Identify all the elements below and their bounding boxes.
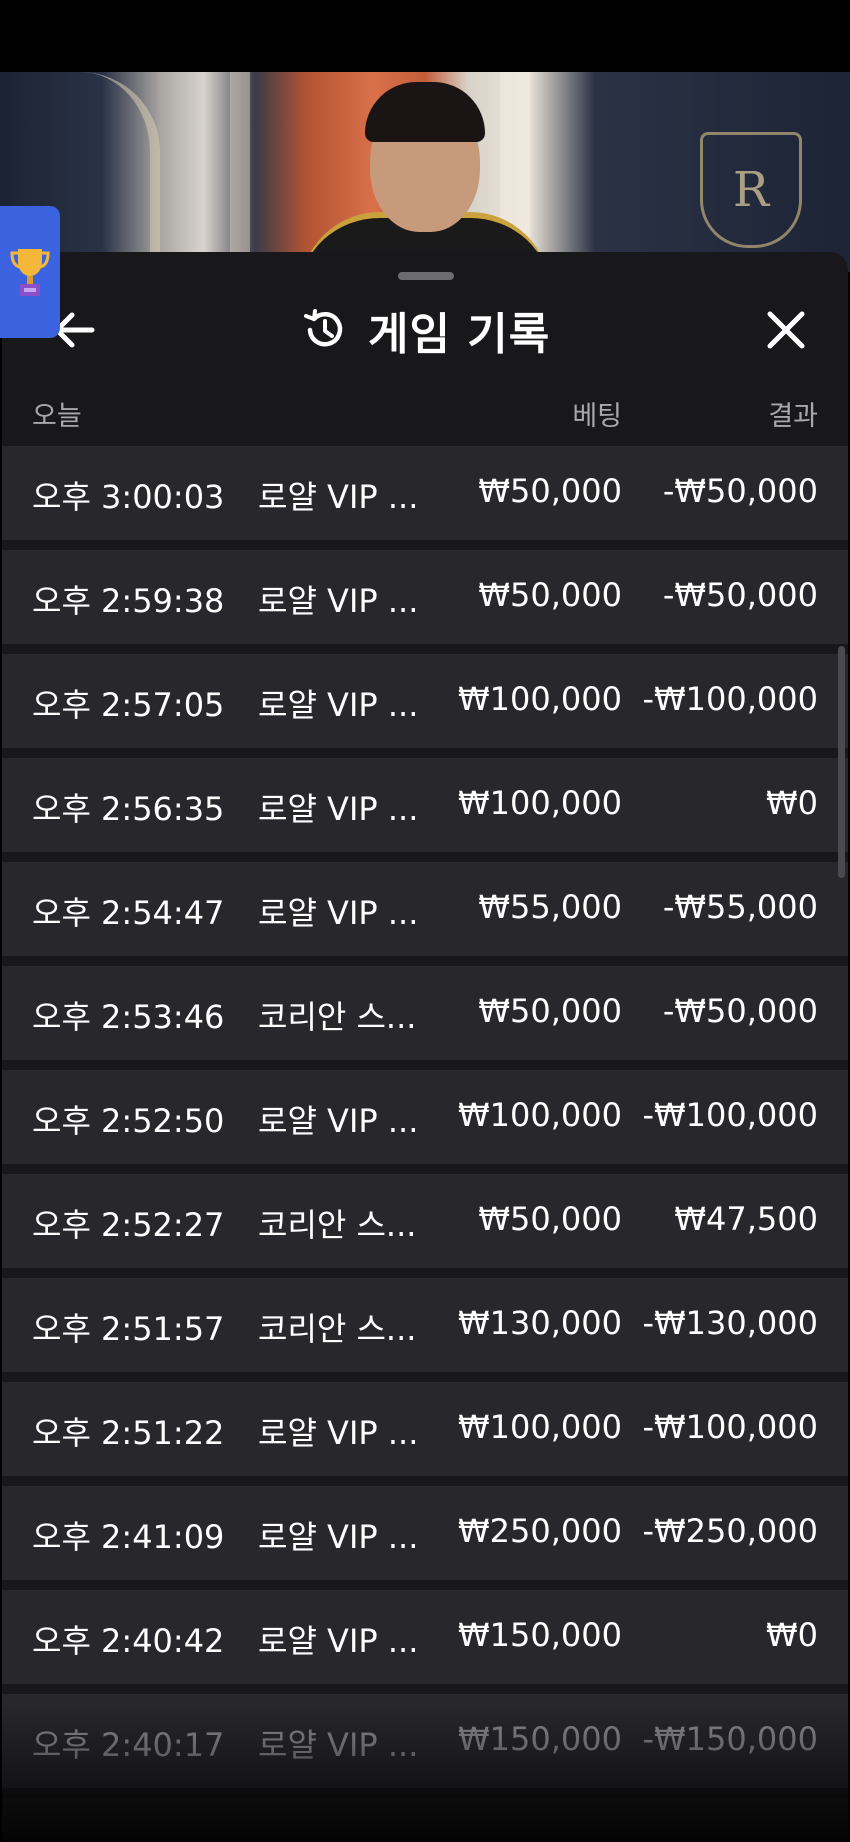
row-bet: ₩150,000 — [458, 1720, 622, 1758]
row-result: -₩150,000 — [642, 1720, 818, 1758]
row-time: 오후 2:40:42 — [32, 1622, 225, 1660]
history-list: 오후 3:00:03 로얄 VIP ... ₩50,000 -₩50,000 오… — [2, 446, 848, 1842]
row-game: 코리안 스... — [258, 1206, 417, 1244]
row-time: 오후 2:51:22 — [32, 1414, 225, 1452]
row-bet: ₩150,000 — [458, 1616, 622, 1654]
row-game: 로얄 VIP ... — [258, 894, 419, 932]
row-game: 로얄 VIP ... — [258, 1414, 419, 1452]
history-row[interactable]: 오후 2:51:22 로얄 VIP ... ₩100,000 -₩100,000 — [2, 1382, 848, 1476]
history-row[interactable]: 오후 2:56:35 로얄 VIP ... ₩100,000 ₩0 — [2, 758, 848, 852]
row-result: -₩130,000 — [642, 1304, 818, 1342]
history-row[interactable]: 오후 2:40:42 로얄 VIP ... ₩150,000 ₩0 — [2, 1590, 848, 1684]
history-row[interactable]: 오후 2:51:57 코리안 스... ₩130,000 -₩130,000 — [2, 1278, 848, 1372]
row-game: 로얄 VIP ... — [258, 790, 419, 828]
close-button[interactable] — [758, 302, 814, 358]
scrollbar[interactable] — [838, 646, 845, 878]
title-group: 게임 기록 — [302, 298, 550, 362]
row-game: 코리안 스... — [258, 998, 417, 1036]
row-bet: ₩100,000 — [458, 1096, 622, 1134]
row-game: 로얄 VIP ... — [258, 686, 419, 724]
row-result: -₩55,000 — [662, 888, 818, 926]
row-game: 로얄 VIP ... — [258, 478, 419, 516]
date-group-label: 오늘 — [32, 401, 82, 432]
row-time: 오후 2:57:05 — [32, 686, 225, 724]
history-row[interactable]: 오후 2:52:50 로얄 VIP ... ₩100,000 -₩100,000 — [2, 1070, 848, 1164]
row-bet: ₩50,000 — [478, 1200, 622, 1238]
row-result: -₩50,000 — [662, 576, 818, 614]
row-bet: ₩50,000 — [478, 992, 622, 1030]
bet-column-header: 베팅 — [572, 401, 622, 432]
row-time: 오후 2:53:46 — [32, 998, 225, 1036]
row-bet: ₩100,000 — [458, 784, 622, 822]
game-history-panel: 게임 기록 오늘 베팅 결과 오후 3:00:03 로얄 VIP ... ₩50… — [2, 252, 848, 1842]
row-game: 코리안 스... — [258, 1310, 417, 1348]
trophy-tab-button[interactable] — [0, 206, 60, 338]
row-result: -₩250,000 — [642, 1512, 818, 1550]
row-time: 오후 2:52:50 — [32, 1102, 225, 1140]
row-game: 로얄 VIP ... — [258, 1622, 419, 1660]
row-result: -₩100,000 — [642, 680, 818, 718]
royal-crest-logo: R — [700, 132, 802, 248]
history-row-partial[interactable] — [2, 1798, 848, 1842]
close-icon — [767, 311, 805, 349]
history-row[interactable]: 오후 2:57:05 로얄 VIP ... ₩100,000 -₩100,000 — [2, 654, 848, 748]
history-row[interactable]: 오후 2:59:38 로얄 VIP ... ₩50,000 -₩50,000 — [2, 550, 848, 644]
row-result: ₩0 — [766, 784, 818, 822]
row-time: 오후 2:41:09 — [32, 1518, 225, 1556]
history-row[interactable]: 오후 2:52:27 코리안 스... ₩50,000 ₩47,500 — [2, 1174, 848, 1268]
row-bet: ₩50,000 — [478, 576, 622, 614]
row-game: 로얄 VIP ... — [258, 1726, 419, 1764]
row-time: 오후 2:52:27 — [32, 1206, 225, 1244]
row-bet: ₩55,000 — [478, 888, 622, 926]
history-row[interactable]: 오후 2:54:47 로얄 VIP ... ₩55,000 -₩55,000 — [2, 862, 848, 956]
row-result: -₩50,000 — [662, 472, 818, 510]
page-title: 게임 기록 — [368, 309, 551, 360]
history-row[interactable]: 오후 2:40:17 로얄 VIP ... ₩150,000 -₩150,000 — [2, 1694, 848, 1788]
live-video-feed: R — [0, 72, 850, 272]
column-header-row: 오늘 베팅 결과 — [2, 388, 848, 432]
row-result: -₩50,000 — [662, 992, 818, 1030]
row-bet: ₩100,000 — [458, 680, 622, 718]
row-result: ₩0 — [766, 1616, 818, 1654]
row-bet: ₩250,000 — [458, 1512, 622, 1550]
video-decor-pillar — [230, 72, 250, 272]
row-time: 오후 2:51:57 — [32, 1310, 225, 1348]
trophy-icon — [10, 249, 50, 296]
history-row[interactable]: 오후 2:41:09 로얄 VIP ... ₩250,000 -₩250,000 — [2, 1486, 848, 1580]
row-result: -₩100,000 — [642, 1096, 818, 1134]
history-row[interactable]: 오후 3:00:03 로얄 VIP ... ₩50,000 -₩50,000 — [2, 446, 848, 540]
row-time: 오후 2:54:47 — [32, 894, 225, 932]
result-column-header: 결과 — [768, 401, 818, 432]
row-time: 오후 2:59:38 — [32, 582, 225, 620]
row-bet: ₩130,000 — [458, 1304, 622, 1342]
history-icon — [304, 309, 343, 347]
row-game: 로얄 VIP ... — [258, 1518, 419, 1556]
row-time: 오후 2:40:17 — [32, 1726, 225, 1764]
row-bet: ₩50,000 — [478, 472, 622, 510]
row-bet: ₩100,000 — [458, 1408, 622, 1446]
row-result: -₩100,000 — [642, 1408, 818, 1446]
row-result: ₩47,500 — [674, 1200, 818, 1238]
screen: R 게임 기록 오늘 베팅 결과 오후 3:00:03 로얄 VIP ... ₩… — [0, 0, 850, 1842]
panel-header: 게임 기록 — [2, 292, 848, 372]
row-time: 오후 2:56:35 — [32, 790, 225, 828]
history-row[interactable]: 오후 2:53:46 코리안 스... ₩50,000 -₩50,000 — [2, 966, 848, 1060]
drag-handle[interactable] — [398, 272, 454, 280]
row-game: 로얄 VIP ... — [258, 1102, 419, 1140]
row-game: 로얄 VIP ... — [258, 582, 419, 620]
row-time: 오후 3:00:03 — [32, 478, 225, 516]
dealer-hair — [365, 82, 485, 142]
